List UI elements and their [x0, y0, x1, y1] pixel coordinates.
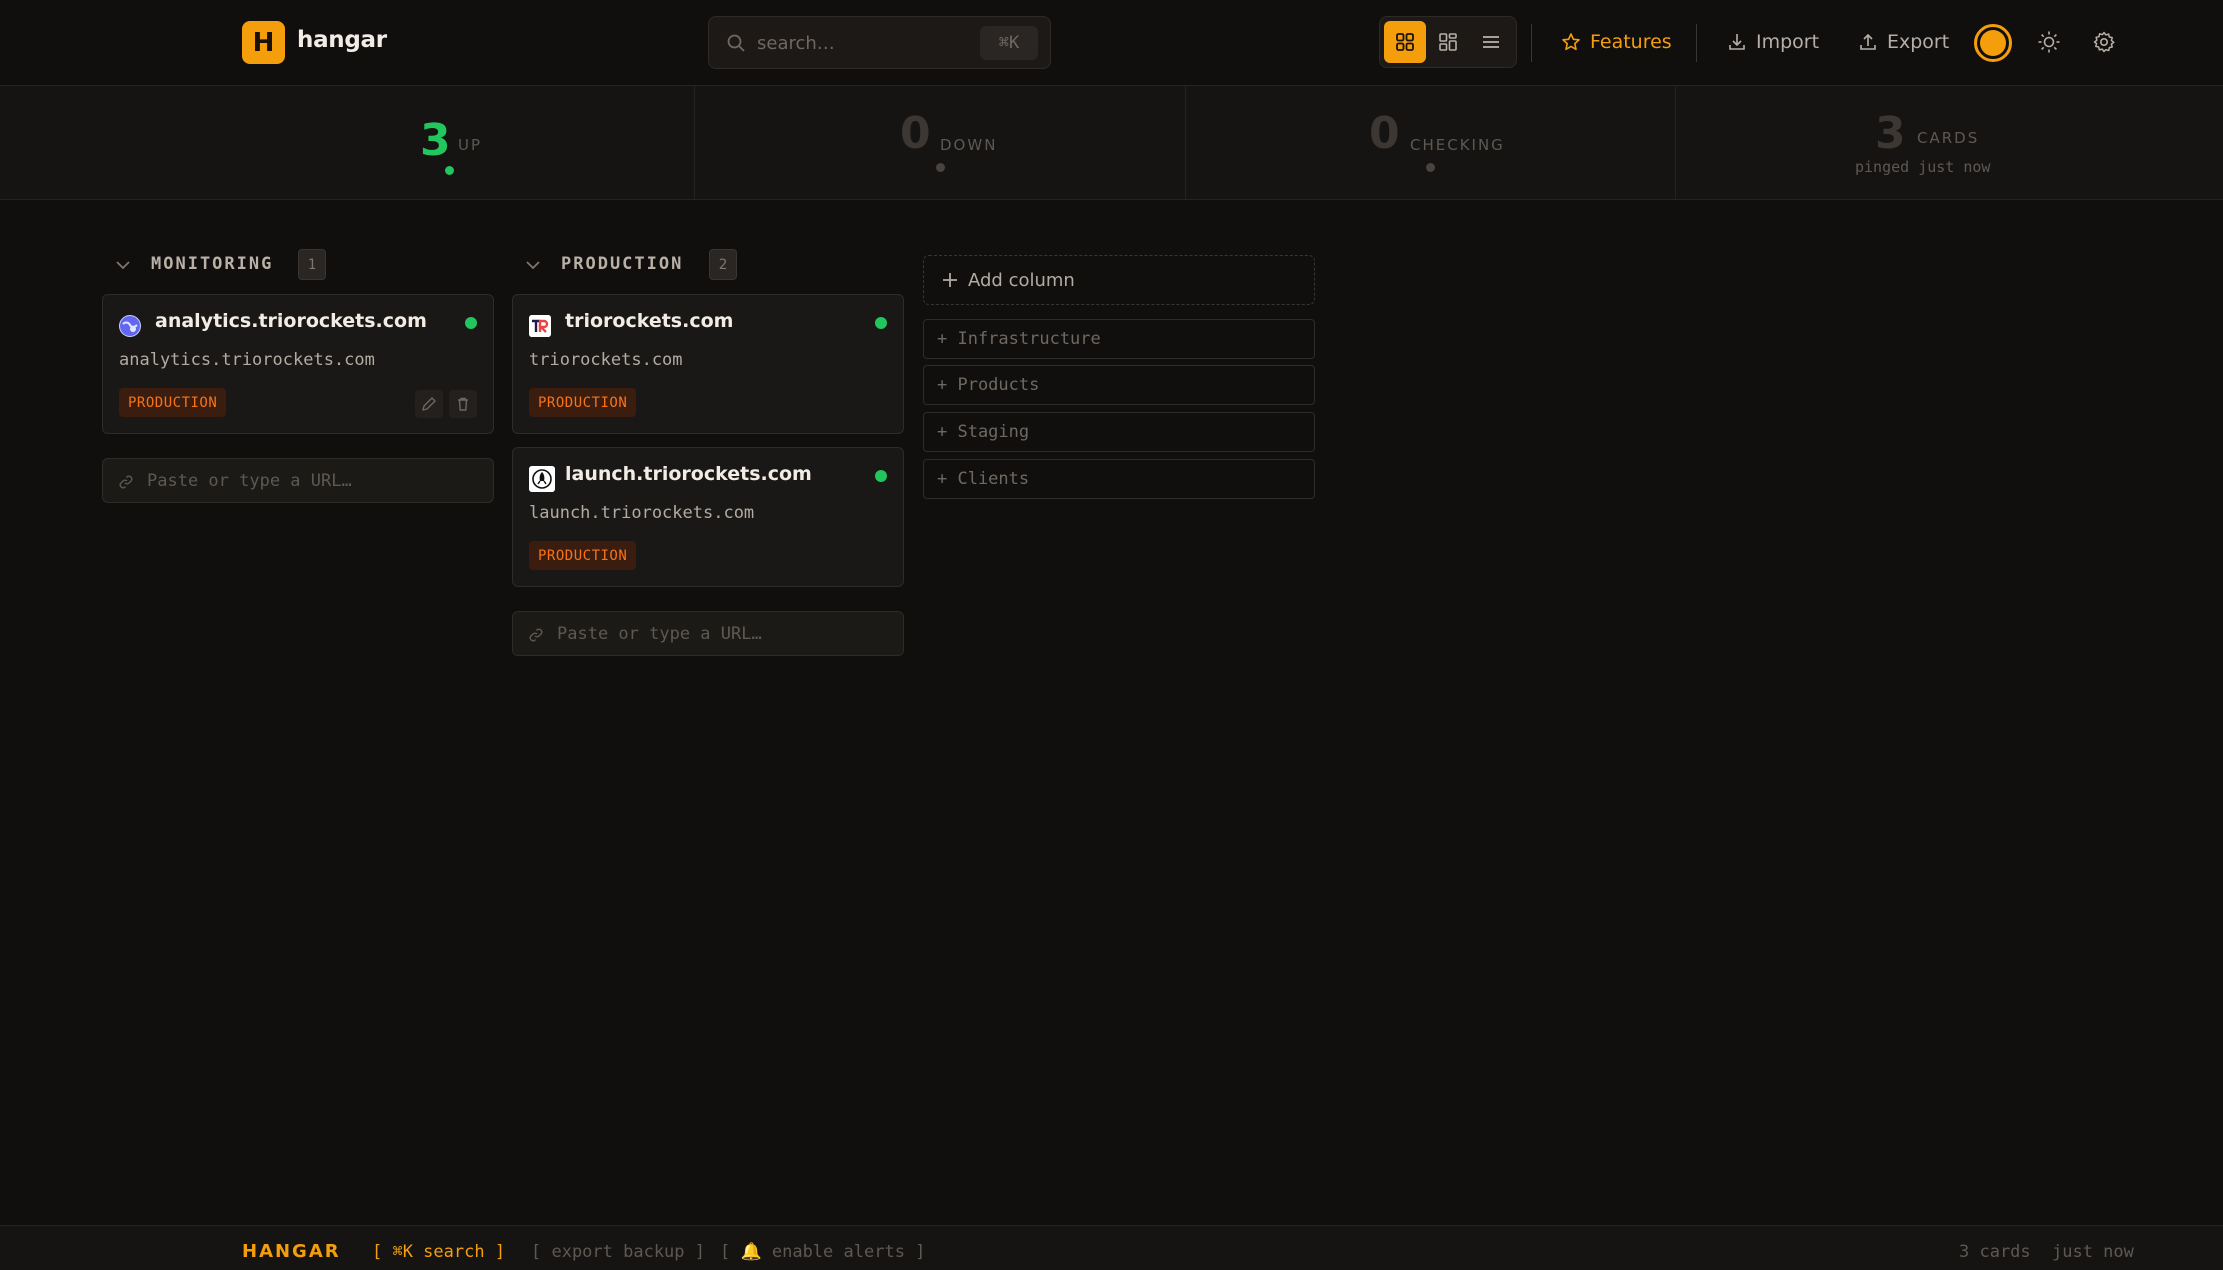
card-title: triorockets.com — [565, 310, 734, 332]
divider — [1531, 24, 1532, 62]
card-actions — [415, 390, 477, 418]
delete-button[interactable] — [449, 390, 477, 418]
search-box[interactable]: search… ⌘K — [708, 16, 1051, 69]
add-url-input[interactable]: Paste or type a URL… — [512, 611, 904, 656]
stat-last-ping: pinged just now — [1855, 158, 1991, 176]
link-icon — [119, 475, 133, 489]
card-title: launch.triorockets.com — [565, 463, 812, 485]
add-url-input[interactable]: Paste or type a URL… — [102, 458, 494, 503]
tag-badge[interactable]: PRODUCTION — [529, 388, 637, 417]
footer-enable-alerts-link[interactable]: [ 🔔 enable alerts ] — [720, 1242, 925, 1262]
stat-checking-value: 0 — [1369, 108, 1400, 159]
stat-checking-dot — [1426, 163, 1435, 172]
app-name[interactable]: hangar — [297, 27, 387, 53]
stat-up-value: 3 — [420, 115, 451, 166]
settings-button[interactable] — [2089, 27, 2119, 57]
status-dot — [875, 317, 887, 329]
tag-badge[interactable]: PRODUCTION — [529, 541, 637, 570]
footer-last-updated: just now — [2052, 1242, 2134, 1262]
pencil-icon — [422, 397, 436, 411]
stat-down-value: 0 — [900, 108, 931, 159]
edit-button[interactable] — [415, 390, 443, 418]
import-label: Import — [1756, 31, 1820, 53]
status-dot — [465, 317, 477, 329]
site-card[interactable]: launch.triorockets.com launch.triorocket… — [512, 447, 904, 587]
sun-icon — [2038, 31, 2060, 53]
list-view-button[interactable] — [1470, 21, 1512, 63]
status-indicator[interactable] — [1974, 24, 2012, 62]
stat-down-label: DOWN — [940, 136, 998, 154]
footer-bar: HANGAR [ ⌘K search ] [ export backup ] [… — [0, 1225, 2223, 1270]
site-card[interactable]: triorockets.com triorockets.com PRODUCTI… — [512, 294, 904, 434]
gear-icon — [2093, 31, 2115, 53]
tr-logo-icon — [529, 315, 551, 337]
stats-bar: 3 UP 0 DOWN 0 CHECKING 3 CARDS pinged ju… — [0, 86, 2223, 200]
link-icon — [529, 628, 543, 642]
globe-icon — [119, 315, 141, 337]
footer-search-link[interactable]: [ ⌘K search ] — [372, 1242, 505, 1262]
column-suggestion-staging[interactable]: + Staging — [923, 412, 1315, 452]
top-bar: H hangar search… ⌘K Features Import Expo… — [0, 0, 2223, 86]
divider — [1696, 24, 1697, 62]
card-url: launch.triorockets.com — [529, 503, 755, 523]
url-placeholder: Paste or type a URL… — [147, 471, 352, 491]
column-count: 2 — [709, 249, 737, 280]
stat-cards: 3 CARDS pinged just now — [1676, 86, 2223, 200]
stat-up: 3 UP — [0, 86, 695, 200]
trash-icon — [458, 397, 468, 411]
site-card[interactable]: analytics.triorockets.com analytics.trio… — [102, 294, 494, 434]
footer-card-count: 3 cards — [1959, 1242, 2031, 1262]
stat-down-dot — [936, 163, 945, 172]
footer-brand: HANGAR — [242, 1241, 341, 1262]
upload-icon — [1860, 33, 1876, 50]
theme-toggle-button[interactable] — [2034, 27, 2064, 57]
url-placeholder: Paste or type a URL… — [557, 624, 762, 644]
search-icon — [727, 34, 745, 52]
app-logo[interactable]: H — [242, 21, 285, 64]
stat-cards-label: CARDS — [1917, 129, 1980, 147]
import-button[interactable]: Import — [1727, 28, 1819, 56]
card-title: analytics.triorockets.com — [155, 310, 427, 332]
star-icon — [1562, 33, 1580, 51]
column-suggestion-products[interactable]: + Products — [923, 365, 1315, 405]
column-suggestion-clients[interactable]: + Clients — [923, 459, 1315, 499]
features-label: Features — [1590, 31, 1672, 53]
plus-icon — [943, 273, 957, 287]
card-url: triorockets.com — [529, 350, 683, 370]
export-label: Export — [1887, 31, 1950, 53]
grid-view-button[interactable] — [1384, 21, 1426, 63]
column-count: 1 — [298, 249, 326, 280]
card-url: analytics.triorockets.com — [119, 350, 375, 370]
compact-grid-icon — [1439, 33, 1457, 51]
footer-export-backup-link[interactable]: [ export backup ] — [531, 1242, 705, 1262]
stat-cards-value: 3 — [1875, 108, 1906, 159]
list-icon — [1483, 36, 1499, 48]
compact-grid-view-button[interactable] — [1427, 21, 1469, 63]
status-dot — [875, 470, 887, 482]
export-button[interactable]: Export — [1858, 28, 1949, 56]
column-title[interactable]: MONITORING — [151, 254, 273, 274]
chevron-down-icon[interactable] — [524, 256, 542, 274]
column-title[interactable]: PRODUCTION — [561, 254, 683, 274]
rocket-icon — [529, 466, 555, 492]
view-switcher — [1379, 16, 1517, 68]
grid-icon — [1396, 33, 1414, 51]
chevron-down-icon[interactable] — [114, 256, 132, 274]
stat-down: 0 DOWN — [695, 86, 1186, 200]
search-placeholder: search… — [757, 33, 835, 54]
stat-checking: 0 CHECKING — [1186, 86, 1676, 200]
features-button[interactable]: Features — [1561, 28, 1672, 56]
stat-checking-label: CHECKING — [1410, 136, 1505, 154]
search-shortcut: ⌘K — [980, 26, 1038, 60]
add-column-label: Add column — [968, 269, 1075, 291]
stat-up-dot — [445, 166, 454, 175]
stat-up-label: UP — [458, 136, 483, 154]
add-column-button[interactable]: Add column — [923, 255, 1315, 305]
download-icon — [1729, 34, 1745, 50]
tag-badge[interactable]: PRODUCTION — [119, 388, 227, 417]
column-suggestion-infrastructure[interactable]: + Infrastructure — [923, 319, 1315, 359]
